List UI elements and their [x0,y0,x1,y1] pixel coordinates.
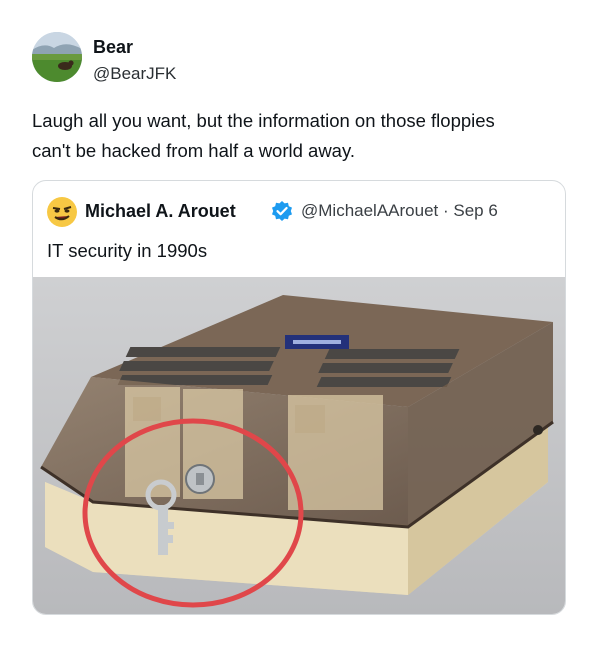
author-name[interactable]: Bear [93,36,133,58]
smirk-face-icon [47,197,77,227]
quoted-post-image[interactable] [33,277,565,614]
post-text-line: Laugh all you want, but the information … [32,110,495,131]
quoted-author-handle-date[interactable]: @MichaelAArouet · Sep 6 [301,200,498,222]
floppy-box-photo [33,277,565,614]
quoted-post-header: Michael A. Arouet @MichaelAArouet · Sep … [47,197,557,227]
quoted-post[interactable]: Michael A. Arouet @MichaelAArouet · Sep … [32,180,566,615]
author-handle[interactable]: @BearJFK [93,64,176,84]
post-text: Laugh all you want, but the information … [32,106,567,166]
post-header: Bear @BearJFK [32,30,552,86]
verified-badge-icon [271,200,293,222]
quoted-author-avatar[interactable] [47,197,77,227]
author-avatar[interactable] [32,32,82,82]
quoted-author-name[interactable]: Michael A. Arouet [85,200,236,222]
post-text-line: can't be hacked from half a world away. [32,140,355,161]
avatar-image [32,32,82,82]
quoted-post-text: IT security in 1990s [47,240,208,261]
